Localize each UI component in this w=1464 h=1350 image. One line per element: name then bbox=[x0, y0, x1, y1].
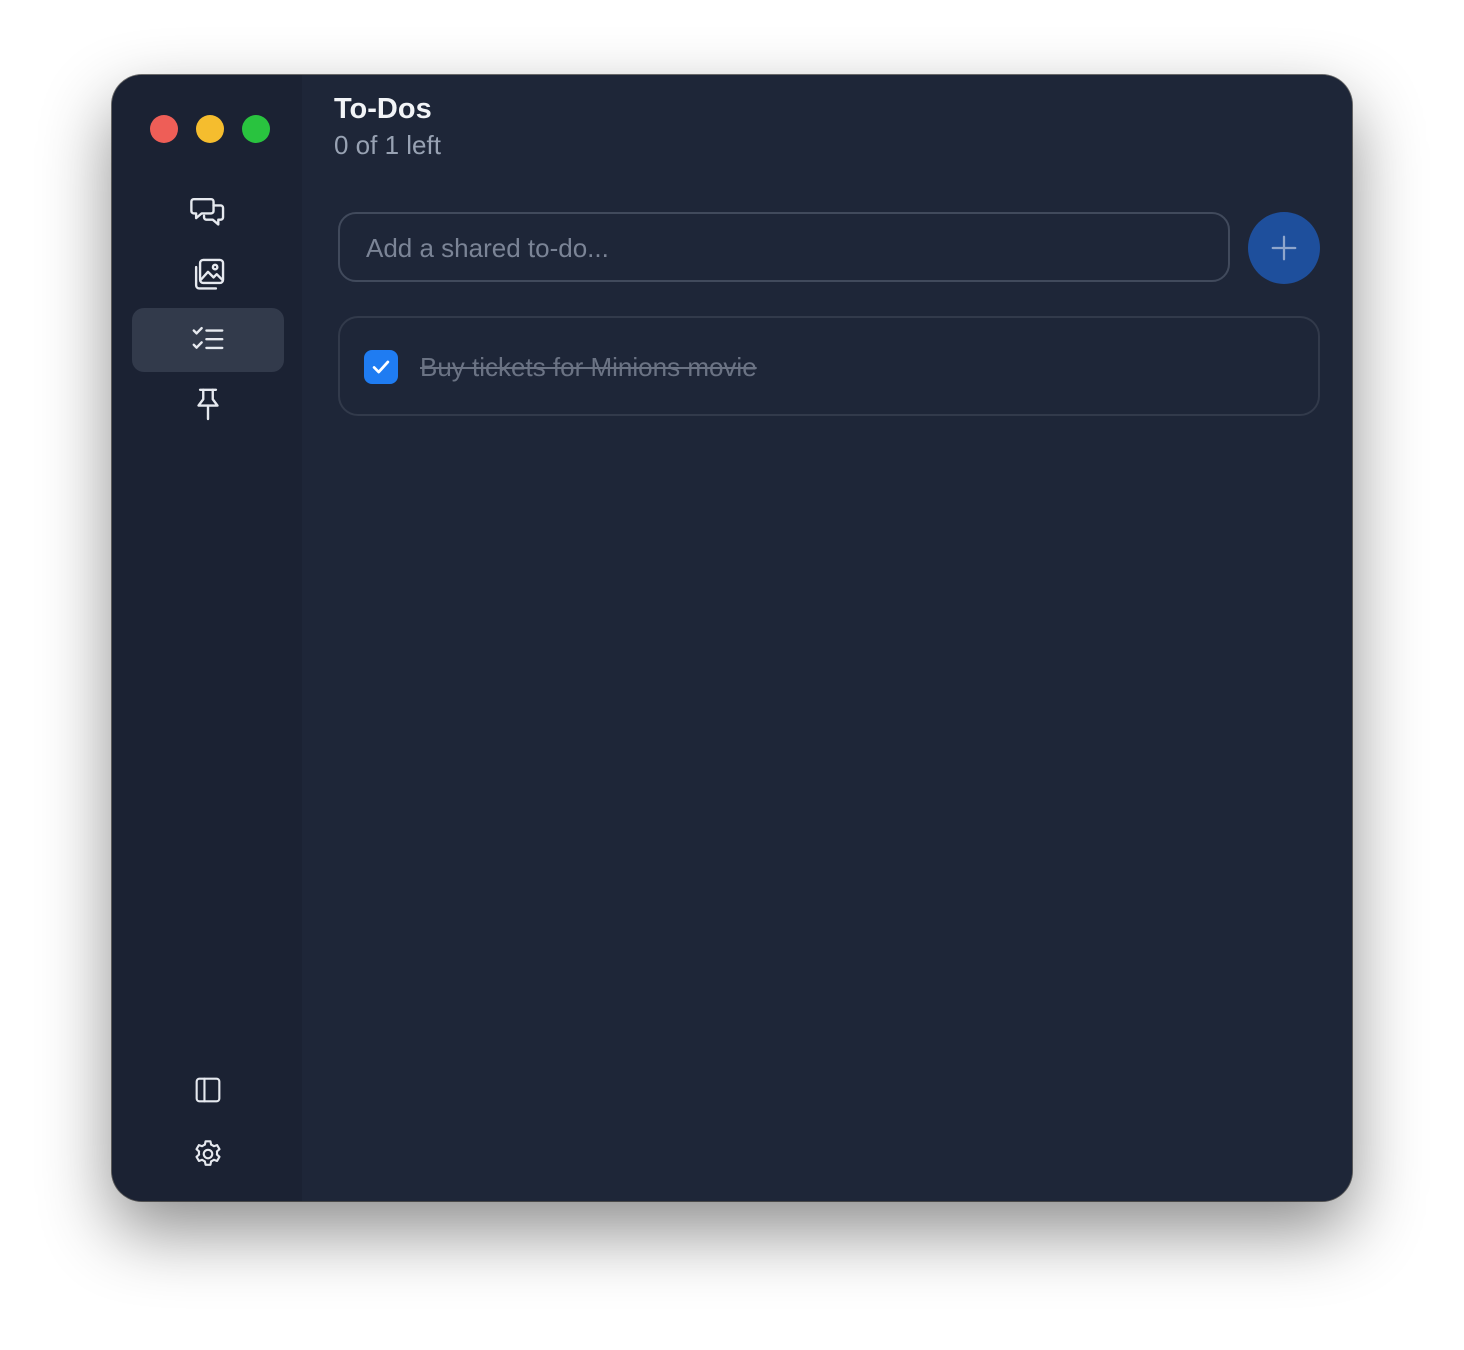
sidebar-item-pins[interactable] bbox=[132, 372, 284, 436]
sidebar-toggle-icon bbox=[195, 1077, 221, 1103]
sidebar-toggle-button[interactable] bbox=[132, 1058, 284, 1122]
todo-checkbox[interactable] bbox=[364, 350, 398, 384]
todo-text: Buy tickets for Minions movie bbox=[420, 352, 757, 382]
zoom-window-button[interactable] bbox=[242, 115, 270, 143]
pin-icon bbox=[197, 388, 219, 421]
checklist-icon bbox=[192, 326, 224, 350]
gear-icon bbox=[195, 1140, 221, 1166]
todo-item: Buy tickets for Minions movie bbox=[338, 316, 1320, 416]
sidebar-item-todos[interactable] bbox=[132, 308, 284, 372]
plus-icon bbox=[1271, 235, 1297, 261]
close-window-button[interactable] bbox=[150, 115, 178, 143]
checkmark-icon bbox=[372, 360, 390, 374]
page-title: To-Dos bbox=[334, 93, 432, 125]
settings-button[interactable] bbox=[132, 1122, 284, 1186]
main-content: To-Dos 0 of 1 left Buy tickets for Minio… bbox=[302, 75, 1352, 1201]
sidebar bbox=[112, 75, 302, 1201]
app-window: To-Dos 0 of 1 left Buy tickets for Minio… bbox=[112, 75, 1352, 1201]
add-todo-button[interactable] bbox=[1248, 212, 1320, 284]
photo-gallery-icon bbox=[194, 258, 225, 290]
chat-bubbles-icon bbox=[190, 197, 225, 226]
remaining-count: 0 of 1 left bbox=[334, 130, 441, 160]
new-todo-input[interactable] bbox=[364, 214, 1208, 282]
sidebar-item-chats[interactable] bbox=[132, 179, 284, 243]
sidebar-item-gallery[interactable] bbox=[132, 243, 284, 307]
minimize-window-button[interactable] bbox=[196, 115, 224, 143]
new-todo-field[interactable] bbox=[338, 212, 1230, 282]
